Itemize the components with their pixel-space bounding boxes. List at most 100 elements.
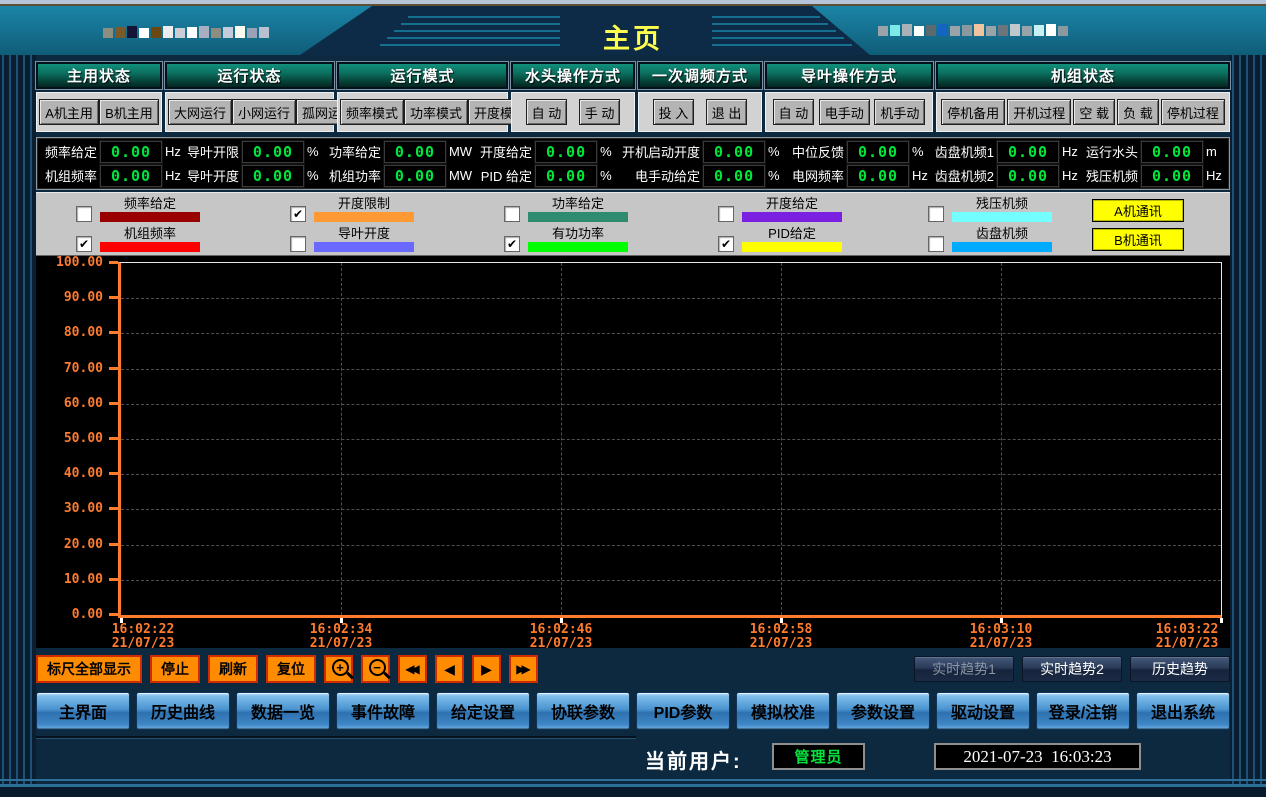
drive-settings-button[interactable]: 驱动设置: [936, 692, 1030, 730]
login-logout-button[interactable]: 登录/注销: [1036, 692, 1130, 730]
freq-setpoint-curve-legend-item: 频率给定: [76, 196, 200, 222]
freq-setpoint-curve-checkbox[interactable]: [76, 206, 92, 222]
analog-calibration-button[interactable]: 模拟校准: [736, 692, 830, 730]
group-buttons-unit-status: 停机备用开机过程空 载负 载停机过程: [936, 92, 1230, 132]
frequency-mode-button[interactable]: 频率模式: [340, 99, 404, 125]
history-trend-button[interactable]: 历史趋势: [1130, 656, 1230, 682]
freq-setpoint-curve-color-bar: [100, 212, 200, 222]
opening-limit-curve-checkbox[interactable]: ✔: [290, 206, 306, 222]
startup-process-button[interactable]: 开机过程: [1007, 99, 1071, 125]
logo-pixel: [175, 28, 185, 38]
gear-freq-curve-checkbox[interactable]: [928, 236, 944, 252]
main-screen-button[interactable]: 主界面: [36, 692, 130, 730]
group-buttons-operation-status: 大网运行小网运行孤网运行: [165, 92, 334, 132]
zoom-in-button[interactable]: +: [324, 655, 353, 683]
header-lines-right: [712, 16, 854, 46]
pid-setpoint-unit: %: [597, 168, 618, 183]
pfr-in-button[interactable]: 投 入: [653, 99, 695, 125]
opening-setpoint-curve-color-bar: [742, 212, 842, 222]
pid-setpoint-curve-checkbox[interactable]: ✔: [718, 236, 734, 252]
parameter-settings-button[interactable]: 参数设置: [836, 692, 930, 730]
large-grid-run-button[interactable]: 大网运行: [168, 99, 232, 125]
group-buttons-master-status: A机主用B机主用: [36, 92, 162, 132]
x-tick-label: 16:02:3421/07/23: [310, 623, 373, 651]
stop-button[interactable]: 停止: [150, 655, 200, 683]
power-setpoint-curve-checkbox[interactable]: [504, 206, 520, 222]
logo-pixel: [938, 24, 948, 36]
fast-forward-button[interactable]: ▶▶: [509, 655, 538, 683]
unit-a-master-button[interactable]: A机主用: [39, 99, 99, 125]
gear-freq-curve-legend-label: 齿盘机频: [976, 226, 1028, 241]
exit-system-button[interactable]: 退出系统: [1136, 692, 1230, 730]
step-forward-button[interactable]: ▶: [472, 655, 501, 683]
vane-opening-curve-legend-item: 导叶开度: [290, 226, 414, 252]
realtime-trend-2-button[interactable]: 实时趋势2: [1022, 656, 1122, 682]
linkage-params-button[interactable]: 协联参数: [536, 692, 630, 730]
residual-freq-curve-checkbox[interactable]: [928, 206, 944, 222]
y-tick-label: 70.00: [41, 361, 103, 376]
unit-b-master-button[interactable]: B机主用: [99, 99, 159, 125]
x-tick-label: 16:03:2221/07/23: [1156, 623, 1219, 651]
header-right-banner: [812, 6, 1266, 55]
grid-frequency-value: 0.00: [847, 165, 909, 187]
group-buttons-guide-vane-operation-mode: 自 动电手动机手动: [765, 92, 933, 132]
vane-opening-limit-value: 0.00: [242, 141, 304, 163]
vane-mechanical-manual-button[interactable]: 机手动: [874, 99, 925, 125]
opening-limit-curve-legend-item: ✔开度限制: [290, 196, 414, 222]
group-header-master-status: 主用状态: [36, 62, 162, 89]
page-title: 主页: [603, 17, 663, 56]
zoom-out-button[interactable]: −: [361, 655, 390, 683]
small-grid-run-button[interactable]: 小网运行: [232, 99, 296, 125]
hmi-window: 主页 主用状态A机主用B机主用运行状态大网运行小网运行孤网运行运行模式频率模式功…: [0, 0, 1266, 797]
logo-pixel: [199, 26, 209, 38]
reset-button[interactable]: 复位: [266, 655, 316, 683]
y-tick-label: 100.00: [41, 255, 103, 270]
standby-button[interactable]: 停机备用: [941, 99, 1005, 125]
unit-freq-curve-checkbox[interactable]: ✔: [76, 236, 92, 252]
vane-electric-manual-button[interactable]: 电手动: [819, 99, 870, 125]
nav-underline: [36, 736, 636, 739]
unit-b-comm-button[interactable]: B机通讯: [1092, 228, 1184, 251]
unit-a-comm-button[interactable]: A机通讯: [1092, 199, 1184, 222]
logo-pixel: [187, 27, 197, 38]
power-setpoint-curve-legend-item: 功率给定: [504, 196, 628, 222]
operating-head-label: 运行水头: [1081, 142, 1141, 161]
operating-head-value: 0.00: [1141, 141, 1203, 163]
on-load-button[interactable]: 负 载: [1117, 99, 1159, 125]
y-tick-label: 40.00: [41, 466, 103, 481]
step-backward-button[interactable]: ◀: [435, 655, 464, 683]
events-faults-button[interactable]: 事件故障: [336, 692, 430, 730]
shutdown-process-button[interactable]: 停机过程: [1161, 99, 1225, 125]
y-tick: [109, 472, 118, 475]
head-manual-button[interactable]: 手 动: [579, 99, 621, 125]
vane-opening-curve-checkbox[interactable]: [290, 236, 306, 252]
vane-opening-curve-legend: 导叶开度: [314, 226, 414, 252]
pfr-out-button[interactable]: 退 出: [706, 99, 748, 125]
pid-params-button[interactable]: PID参数: [636, 692, 730, 730]
active-power-curve-checkbox[interactable]: ✔: [504, 236, 520, 252]
fast-backward-button[interactable]: ◀◀: [398, 655, 427, 683]
no-load-button[interactable]: 空 载: [1073, 99, 1115, 125]
head-auto-button[interactable]: 自 动: [526, 99, 568, 125]
unit-frequency-unit: Hz: [162, 168, 183, 183]
mid-position-feedback-value: 0.00: [847, 141, 909, 163]
setpoint-settings-button[interactable]: 给定设置: [436, 692, 530, 730]
left-edge-decoration: [0, 55, 36, 797]
freq-setpoint-curve-legend-label: 频率给定: [124, 196, 176, 211]
y-tick: [109, 613, 118, 616]
vane-auto-button[interactable]: 自 动: [773, 99, 815, 125]
logo-pixels-left: [103, 26, 269, 38]
y-gridline: [121, 369, 1221, 370]
logo-pixel: [103, 28, 113, 38]
data-overview-button[interactable]: 数据一览: [236, 692, 330, 730]
show-all-rulers-button[interactable]: 标尺全部显示: [36, 655, 142, 683]
y-tick-label: 90.00: [41, 290, 103, 305]
x-tick: [1220, 618, 1223, 623]
opening-setpoint-curve-checkbox[interactable]: [718, 206, 734, 222]
history-curves-button[interactable]: 历史曲线: [136, 692, 230, 730]
logo-pixel: [211, 28, 221, 38]
refresh-button[interactable]: 刷新: [208, 655, 258, 683]
vane-opening-curve-color-bar: [314, 242, 414, 252]
power-mode-button[interactable]: 功率模式: [404, 99, 468, 125]
realtime-trend-1-button[interactable]: 实时趋势1: [914, 656, 1014, 682]
